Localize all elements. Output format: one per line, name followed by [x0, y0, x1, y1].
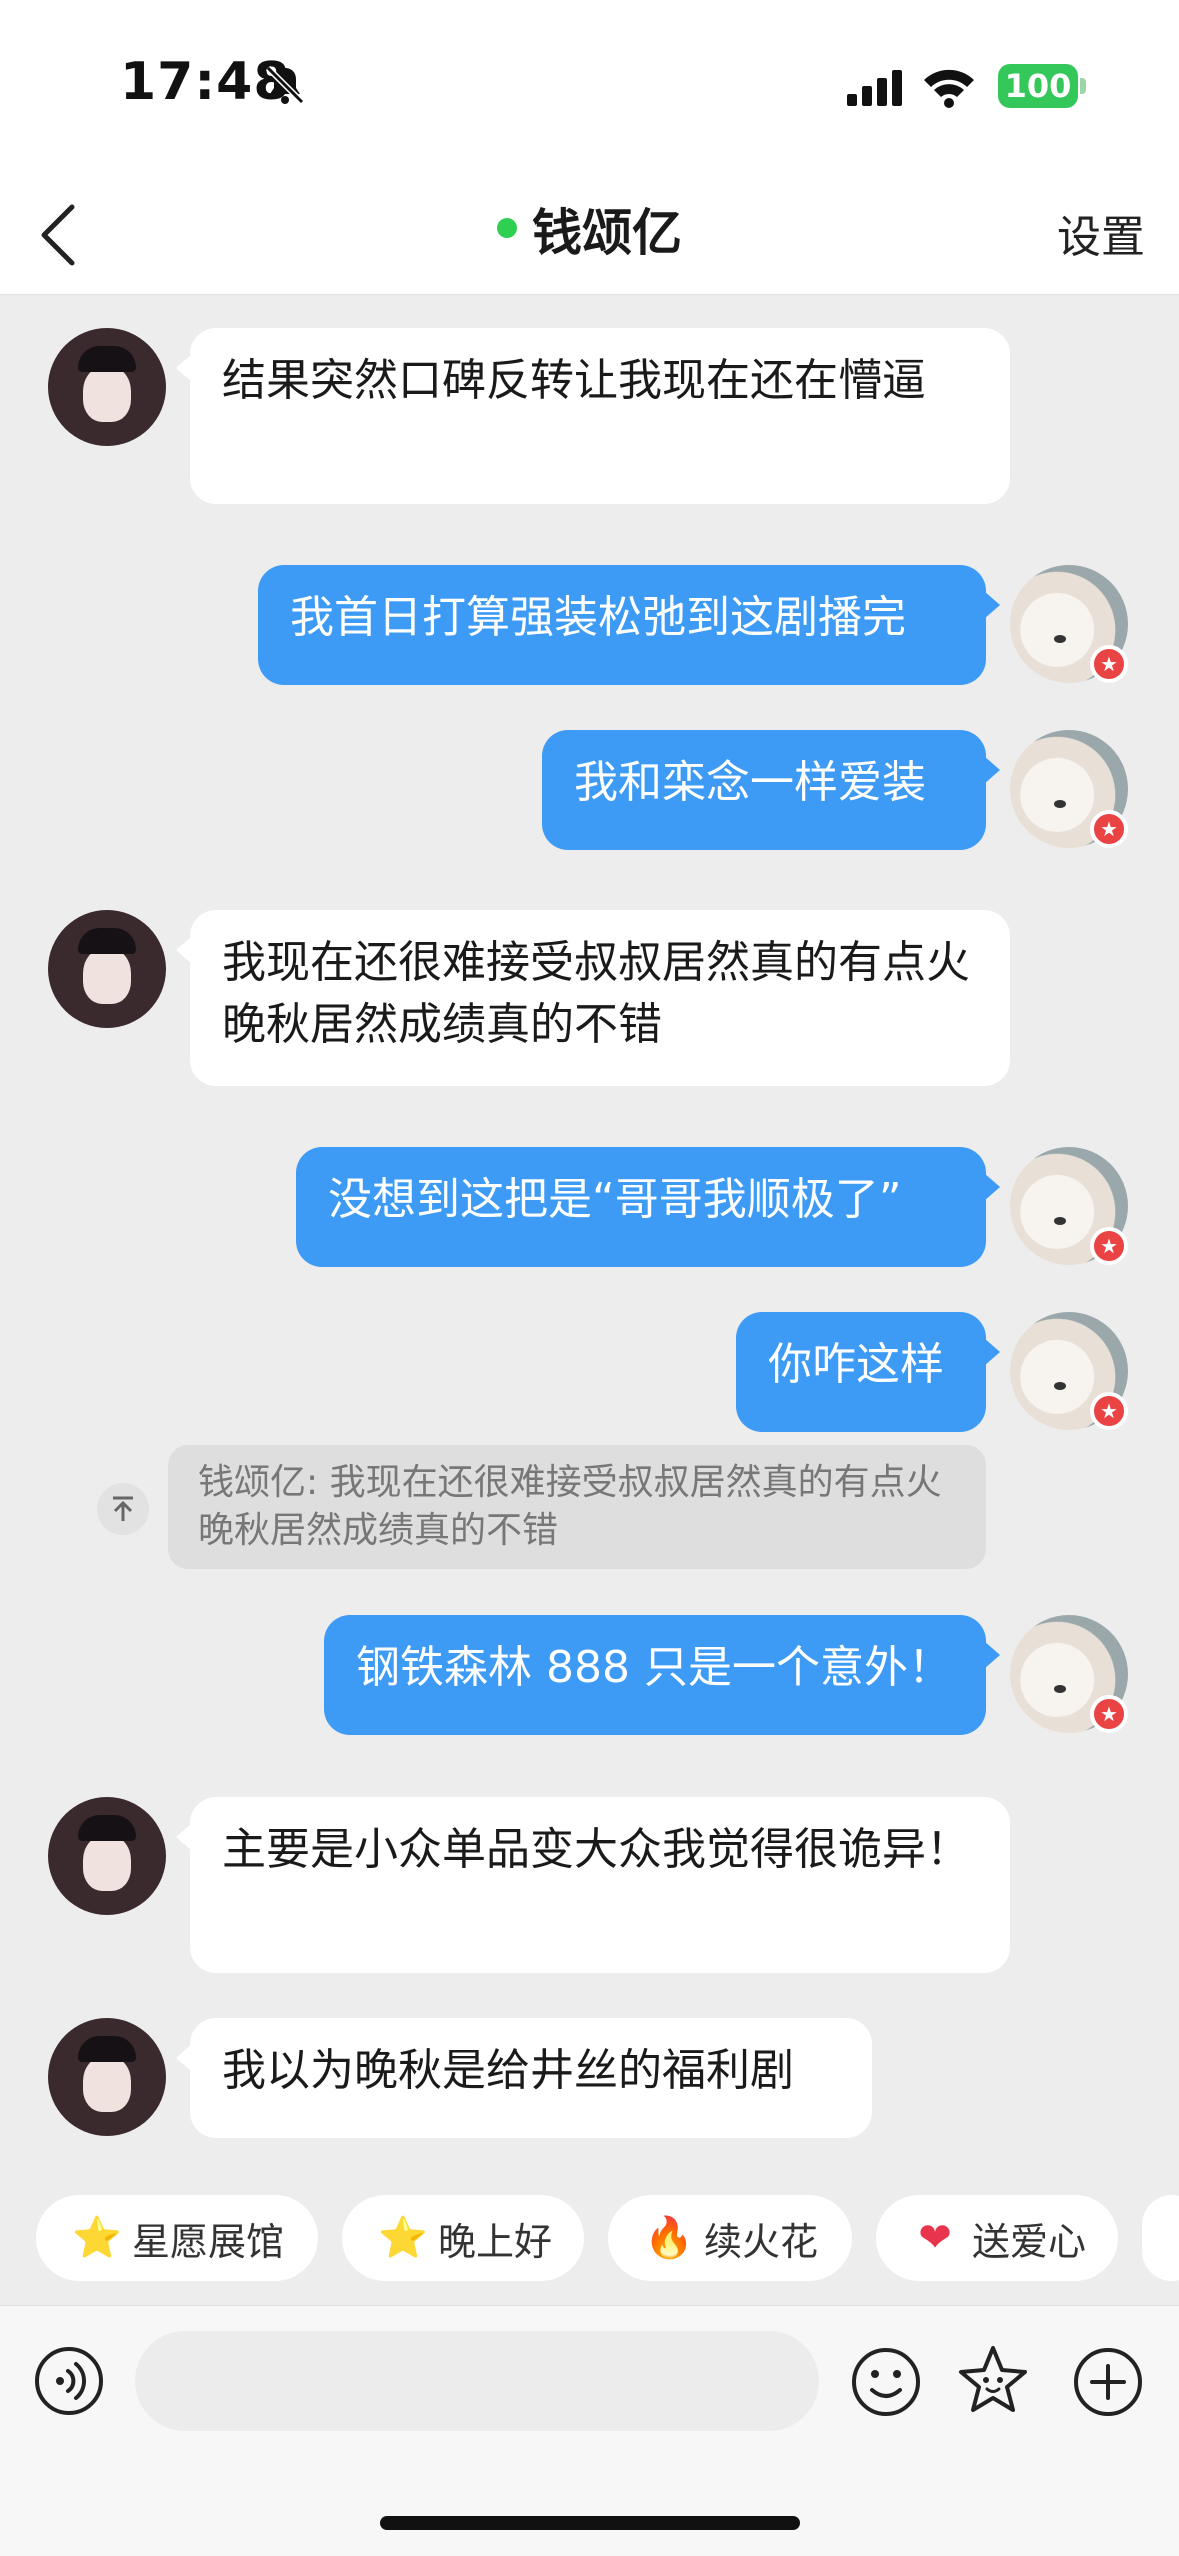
- quick-action-chip[interactable]: ⭐ 晚上好: [342, 2195, 584, 2281]
- settings-button[interactable]: 设置: [1057, 201, 1145, 265]
- avatar-badge-icon: ★: [1090, 1227, 1128, 1265]
- message-bubble-incoming[interactable]: 主要是小众单品变大众我觉得很诡异！: [176, 1797, 1010, 1973]
- quick-actions-bar: ⭐ 星愿展馆 ⭐ 晚上好 🔥 续火花 ❤ 送爱心: [0, 2195, 1179, 2285]
- heart-icon: ❤: [918, 2215, 952, 2261]
- star-sticker-icon[interactable]: [955, 2342, 1031, 2418]
- fire-icon: 🔥: [644, 2215, 694, 2261]
- voice-input-icon[interactable]: [34, 2346, 104, 2416]
- message-bubble-incoming[interactable]: 我现在还很难接受叔叔居然真的有点火晚秋居然成绩真的不错: [176, 910, 1010, 1086]
- chat-header: 钱颂亿 设置: [0, 175, 1179, 295]
- message-bubble-incoming[interactable]: 结果突然口碑反转让我现在还在懵逼: [176, 328, 1010, 504]
- back-icon[interactable]: [28, 195, 98, 275]
- avatar-badge-icon: ★: [1090, 1695, 1128, 1733]
- battery-tip: [1080, 78, 1086, 94]
- battery-indicator: 100: [998, 64, 1078, 108]
- contact-avatar[interactable]: [48, 328, 166, 446]
- bell-muted-icon: [265, 65, 305, 105]
- quick-action-chip[interactable]: 🔥 续火花: [608, 2195, 852, 2281]
- quick-action-chip-partial[interactable]: [1142, 2195, 1179, 2281]
- star-face-icon: ⭐: [378, 2215, 428, 2261]
- cellular-signal-icon: [847, 70, 902, 106]
- chip-label: 续火花: [704, 2219, 819, 2264]
- chip-label: 星愿展馆: [132, 2219, 285, 2264]
- avatar-badge-icon: ★: [1090, 1392, 1128, 1430]
- quote-reply-icon: [97, 1483, 149, 1535]
- home-indicator: [380, 2516, 800, 2530]
- star-face-icon: ⭐: [72, 2215, 122, 2261]
- emoji-icon[interactable]: [850, 2346, 922, 2418]
- message-bubble-incoming[interactable]: 我以为晚秋是给井丝的福利剧: [176, 2018, 872, 2138]
- contact-avatar[interactable]: [48, 910, 166, 1028]
- message-bubble-outgoing[interactable]: 我首日打算强装松弛到这剧播完: [258, 565, 1000, 685]
- online-status-dot: [497, 218, 517, 238]
- status-bar: 17:48 100: [0, 0, 1179, 175]
- chip-label: 送爱心: [972, 2219, 1087, 2264]
- avatar-badge-icon: ★: [1090, 810, 1128, 848]
- wifi-icon: [924, 69, 974, 108]
- message-bubble-outgoing[interactable]: 钢铁森林 888 只是一个意外！: [324, 1615, 1000, 1735]
- input-bar: [0, 2305, 1179, 2556]
- contact-avatar[interactable]: [48, 2018, 166, 2136]
- message-input[interactable]: [135, 2331, 819, 2431]
- contact-avatar[interactable]: [48, 1797, 166, 1915]
- quoted-message[interactable]: 钱颂亿: 我现在还很难接受叔叔居然真的有点火晚秋居然成绩真的不错: [168, 1445, 986, 1569]
- quick-action-chip[interactable]: ❤ 送爱心: [876, 2195, 1118, 2281]
- chip-label: 晚上好: [438, 2219, 553, 2264]
- message-bubble-outgoing[interactable]: 没想到这把是“哥哥我顺极了”: [296, 1147, 1000, 1267]
- message-bubble-outgoing[interactable]: 你咋这样: [736, 1312, 1000, 1432]
- avatar-badge-icon: ★: [1090, 645, 1128, 683]
- quick-action-chip[interactable]: ⭐ 星愿展馆: [36, 2195, 318, 2281]
- chat-title: 钱颂亿: [532, 204, 682, 262]
- add-more-icon[interactable]: [1072, 2346, 1144, 2418]
- message-bubble-outgoing[interactable]: 我和栾念一样爱装: [542, 730, 1000, 850]
